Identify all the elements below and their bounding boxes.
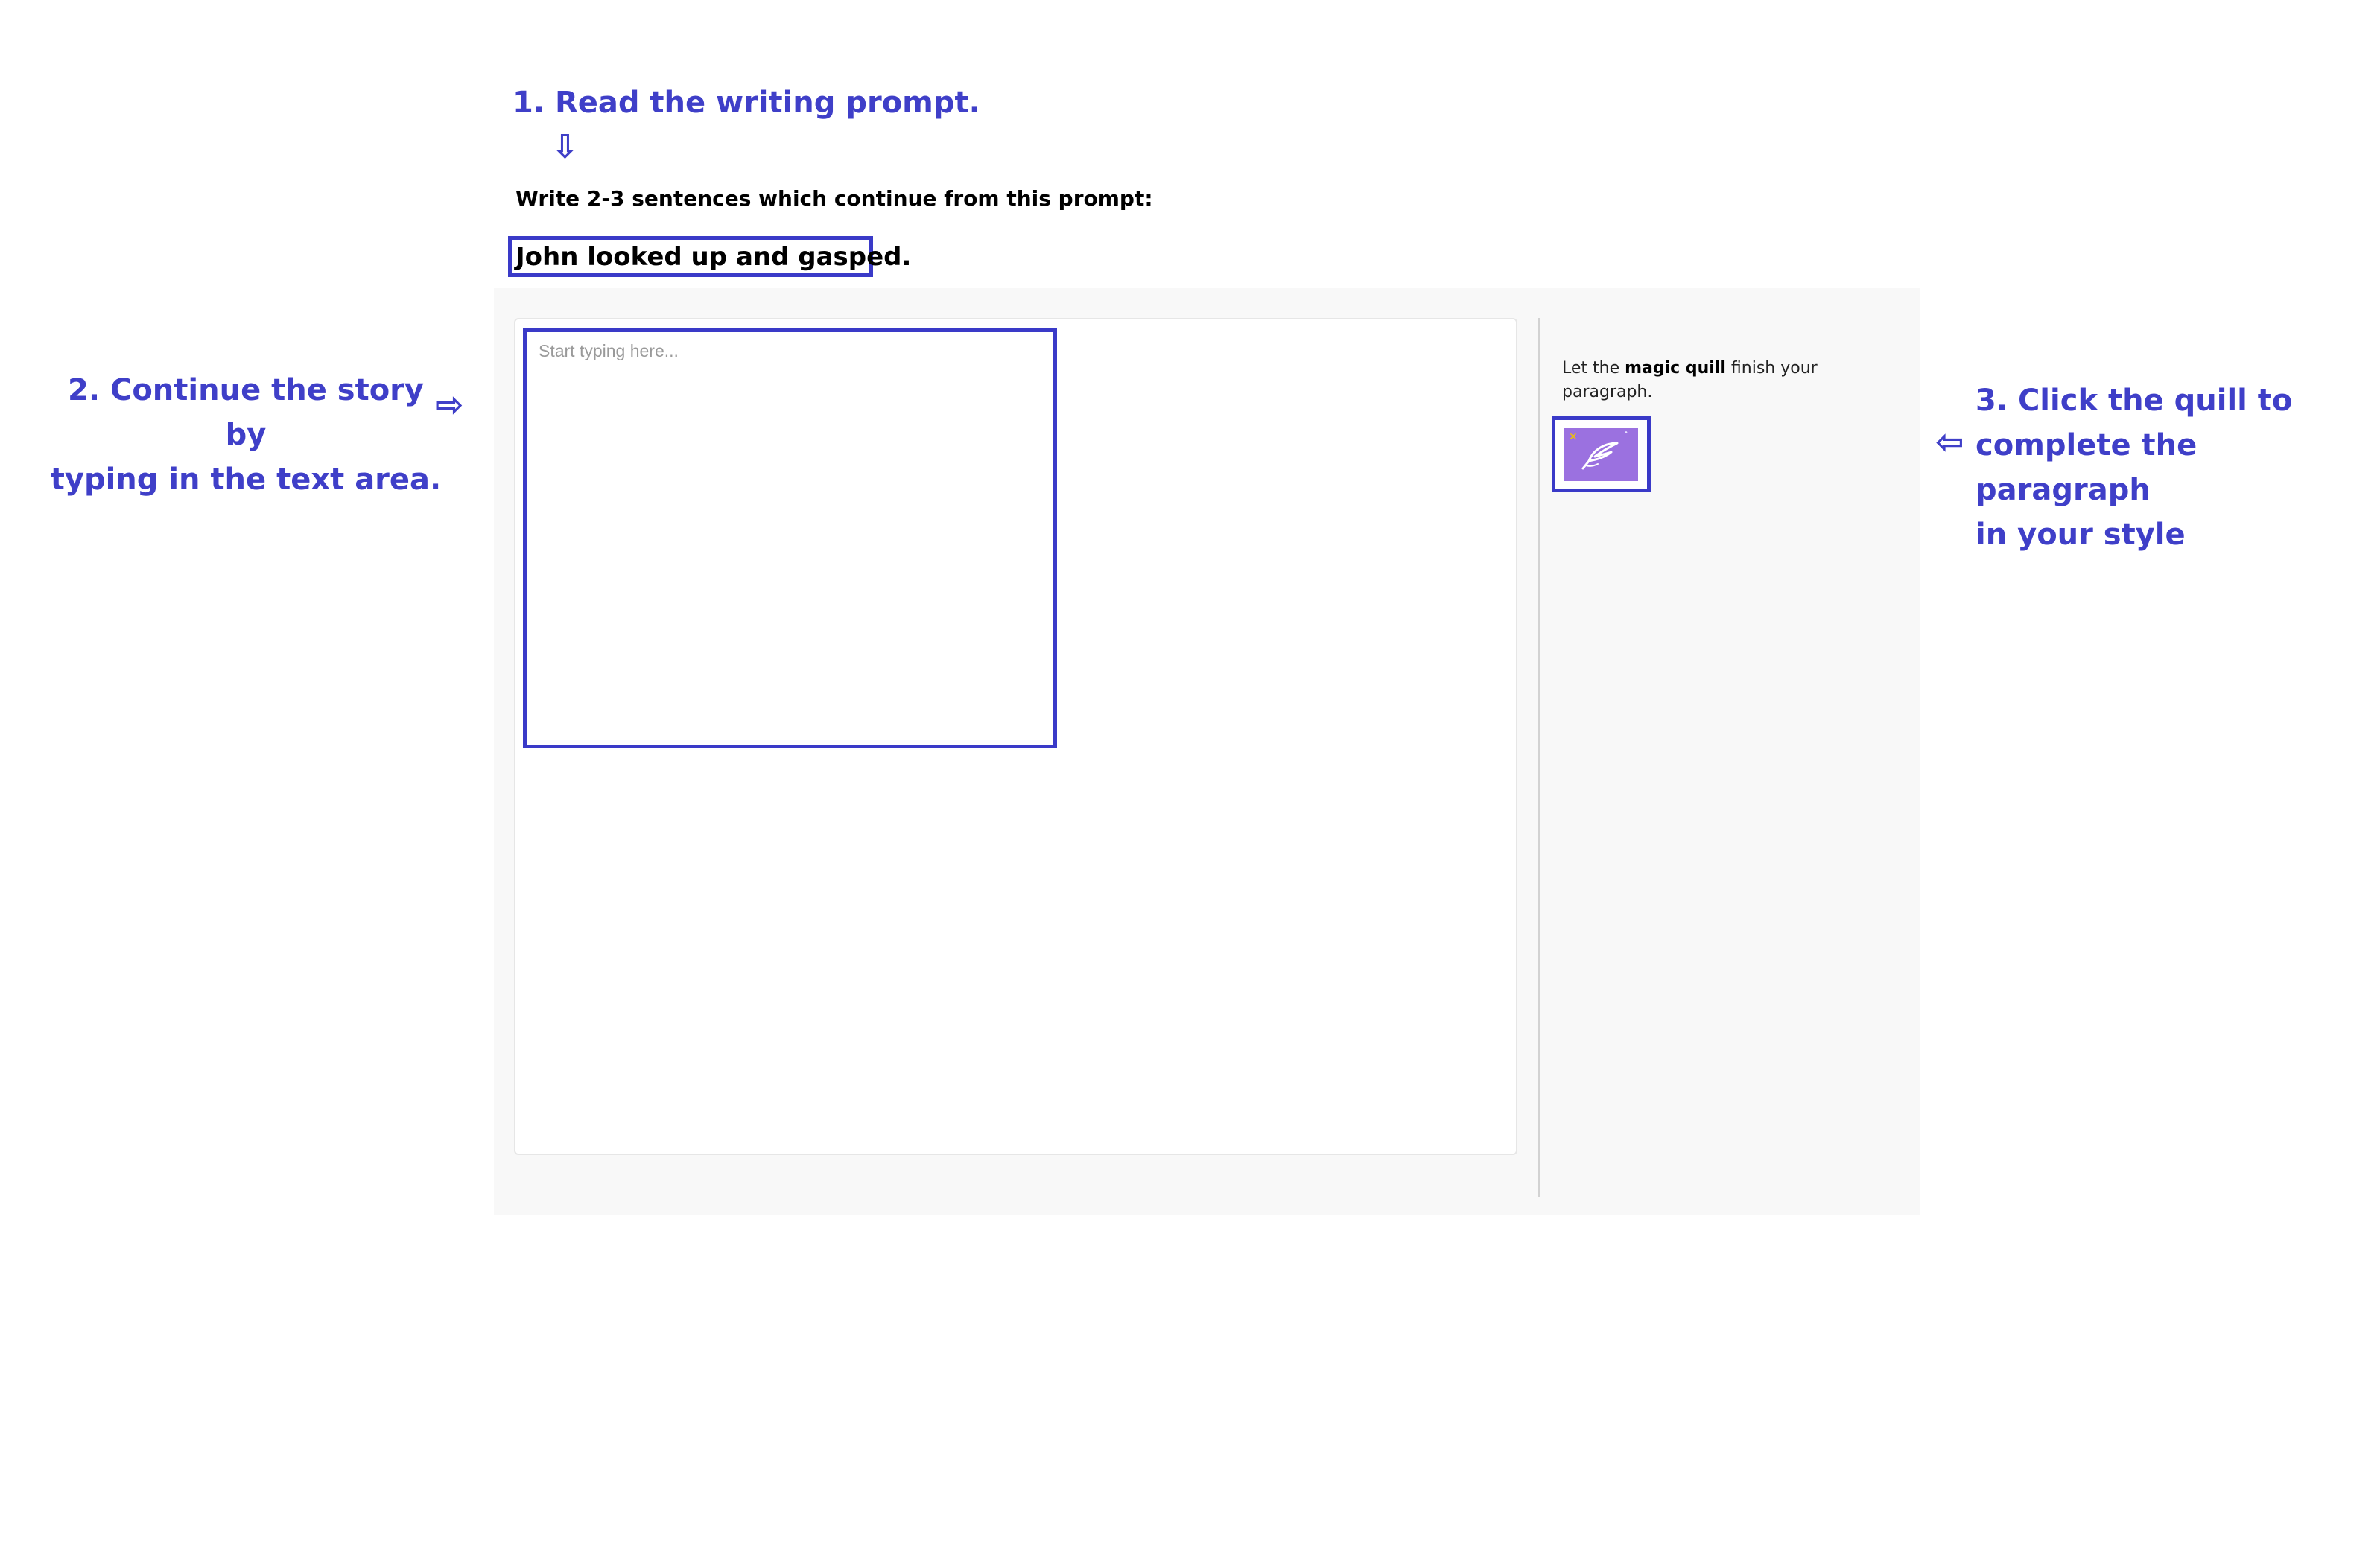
arrow-down-icon: ⇩ (551, 128, 579, 166)
editor-card: Start typing here... (514, 318, 1517, 1155)
writing-prompt: John looked up and gasped. (515, 241, 912, 272)
sparkle-icon: ✕ (1569, 431, 1578, 443)
quill-description-emphasis: magic quill (1625, 359, 1726, 378)
story-text-area[interactable]: Start typing here... (523, 328, 1057, 748)
sparkle-dot-icon: • (1624, 429, 1628, 437)
text-area-placeholder: Start typing here... (539, 341, 679, 360)
prompt-highlight-box: John looked up and gasped. (508, 236, 911, 277)
arrow-left-icon: ⇦ (1935, 422, 1964, 462)
annotation-step-3-line-2: complete the paragraph (1976, 428, 2197, 507)
quill-description-prefix: Let the (1562, 359, 1625, 378)
prompt-instruction: Write 2-3 sentences which continue from … (515, 186, 1153, 211)
quill-icon (1581, 442, 1618, 469)
quill-button-highlight[interactable]: ✕ • (1552, 416, 1651, 492)
annotation-step-3-line-1: 3. Click the quill to (1976, 384, 2293, 418)
magic-quill-button[interactable]: ✕ • (1564, 428, 1638, 481)
annotation-step-1: 1. Read the writing prompt. (513, 86, 980, 120)
panel-divider (1538, 318, 1540, 1197)
annotation-step-2: 2. Continue the story by typing in the t… (45, 368, 447, 502)
quill-description: Let the magic quill finish your paragrap… (1562, 357, 1845, 404)
annotation-step-2-line-2: typing in the text area. (50, 462, 442, 497)
arrow-right-icon: ⇨ (435, 384, 464, 424)
annotation-step-3: 3. Click the quill to complete the parag… (1976, 378, 2380, 557)
annotation-step-2-line-1: 2. Continue the story by (68, 373, 424, 452)
app-panel: Start typing here... Let the magic quill… (494, 288, 1920, 1215)
annotation-step-3-line-3: in your style (1976, 518, 2186, 552)
